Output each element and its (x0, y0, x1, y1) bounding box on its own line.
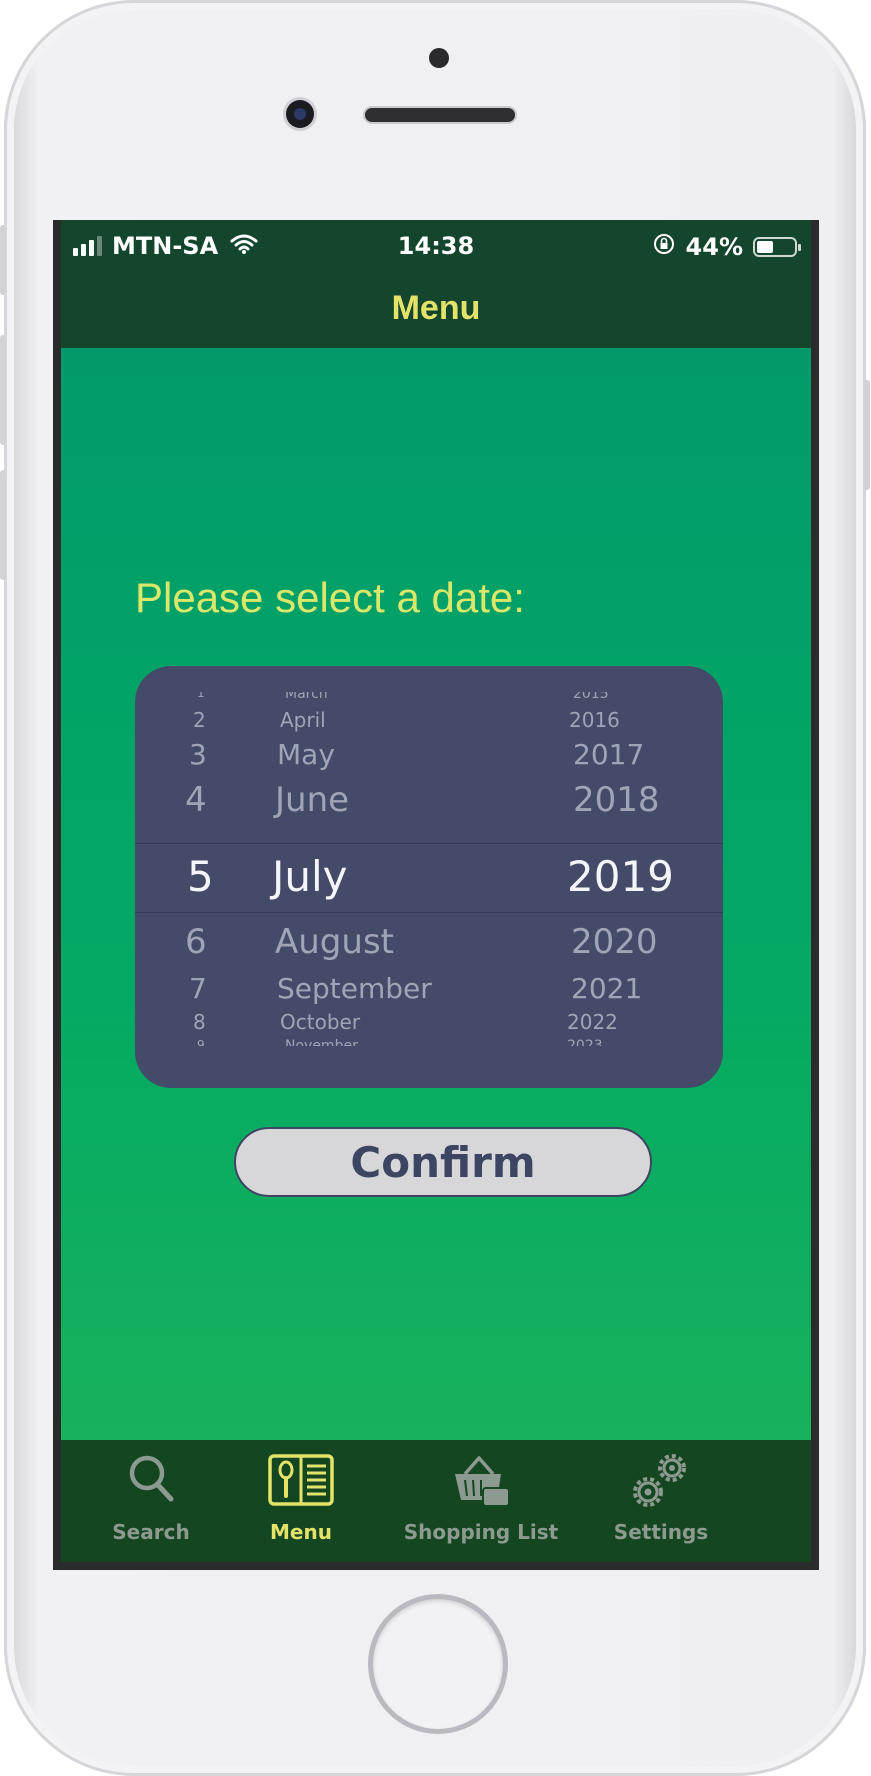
tab-label: Shopping List (403, 1520, 559, 1544)
date-picker[interactable]: 1 2 3 4 5 6 7 8 9 March April May June J… (135, 666, 723, 1088)
picker-month-option[interactable]: May (277, 738, 335, 771)
volume-up-button (0, 335, 6, 445)
orientation-lock-icon (652, 232, 676, 262)
earpiece-speaker (365, 108, 515, 122)
menu-book-icon (268, 1452, 334, 1513)
date-prompt-label: Please select a date: (135, 574, 525, 621)
picker-month-selected[interactable]: July (272, 852, 348, 901)
picker-month-option[interactable]: September (277, 972, 432, 1005)
mute-switch (0, 225, 6, 295)
gears-icon (630, 1452, 692, 1515)
home-button[interactable] (373, 1599, 503, 1729)
tab-bar: Search Menu Shopping List Settings (61, 1440, 811, 1562)
picker-year-option[interactable]: 2020 (571, 922, 658, 962)
tab-menu[interactable]: Menu (211, 1440, 391, 1562)
shopping-basket-icon (451, 1452, 511, 1513)
picker-day-option[interactable]: 2 (193, 708, 206, 732)
picker-year-option[interactable]: 2016 (569, 708, 620, 732)
picker-day-option[interactable]: 8 (193, 1010, 206, 1034)
navigation-bar: Menu (61, 276, 811, 348)
picker-month-option[interactable]: June (275, 780, 349, 820)
picker-day-option[interactable]: 7 (189, 972, 207, 1005)
front-camera-icon (286, 100, 314, 128)
picker-month-option[interactable]: November (285, 1038, 358, 1046)
picker-year-option[interactable]: 2018 (573, 780, 660, 820)
confirm-button[interactable]: Confirm (234, 1127, 652, 1197)
picker-year-option[interactable]: 2023 (567, 1038, 603, 1046)
picker-day-option[interactable]: 1 (197, 692, 205, 700)
battery-percent: 44% (685, 233, 743, 261)
picker-day-option[interactable]: 9 (197, 1038, 205, 1046)
proximity-sensor (429, 48, 449, 68)
picker-day-option[interactable]: 6 (185, 922, 207, 962)
picker-year-option[interactable]: 2017 (573, 738, 644, 771)
tab-label: Menu (270, 1520, 332, 1544)
tab-label: Settings (613, 1520, 709, 1544)
picker-month-option[interactable]: April (280, 708, 326, 732)
picker-year-option[interactable]: 2021 (571, 972, 642, 1005)
picker-day-option[interactable]: 4 (185, 780, 207, 820)
picker-month-option[interactable]: March (285, 692, 328, 700)
page-title: Menu (391, 288, 481, 327)
battery-icon (753, 237, 801, 257)
status-bar: MTN-SA 14:38 44% (61, 220, 811, 276)
picker-day-option[interactable]: 3 (189, 738, 207, 771)
tab-shopping-list[interactable]: Shopping List (391, 1440, 571, 1562)
picker-month-option[interactable]: October (280, 1010, 360, 1034)
search-icon (126, 1452, 176, 1511)
picker-year-selected[interactable]: 2019 (567, 852, 674, 901)
tab-settings[interactable]: Settings (571, 1440, 751, 1562)
picker-year-option[interactable]: 2022 (567, 1010, 618, 1034)
main-content: Please select a date: 1 2 3 4 5 6 7 8 9 … (61, 348, 811, 1440)
picker-day-selected[interactable]: 5 (187, 852, 214, 901)
phone-screen: MTN-SA 14:38 44% Menu Please select a da… (53, 220, 819, 1570)
power-button (864, 380, 870, 490)
volume-down-button (0, 470, 6, 580)
picker-year-option[interactable]: 2015 (573, 692, 609, 700)
picker-month-option[interactable]: August (275, 922, 394, 962)
